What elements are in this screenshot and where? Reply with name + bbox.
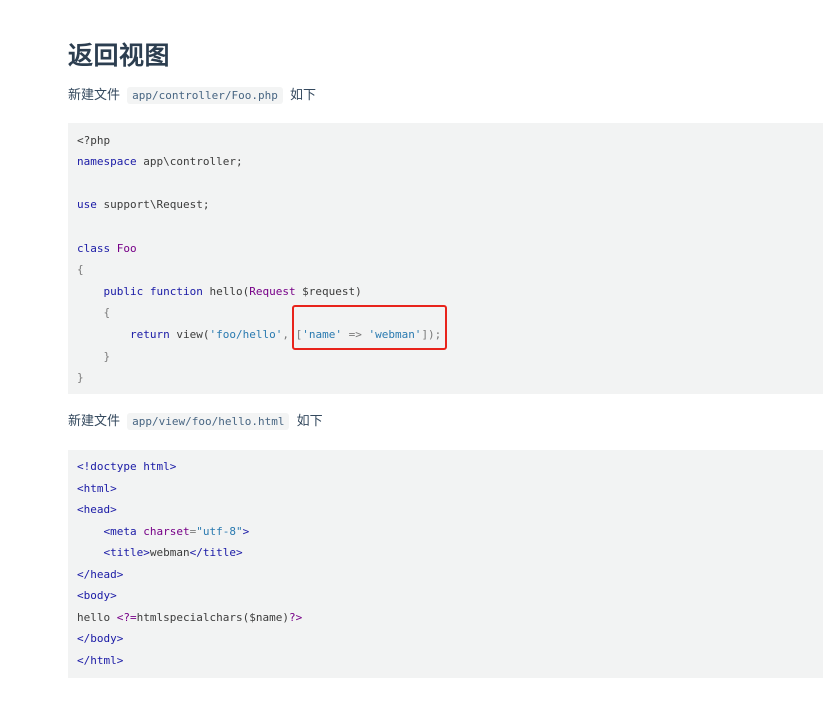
code-line: { xyxy=(77,306,111,319)
code-line: </head> xyxy=(77,568,124,581)
code-line: </html> xyxy=(77,654,124,667)
paragraph-new-view: 新建文件 app/view/foo/hello.html 如下 xyxy=(68,412,323,432)
code-line: } xyxy=(77,371,84,384)
code-line: <body> xyxy=(77,589,117,602)
code-line: hello <?=htmlspecialchars($name)?> xyxy=(77,611,303,624)
highlight-annotation-box xyxy=(292,305,447,350)
inline-code-path: app/controller/Foo.php xyxy=(127,87,283,104)
para-prefix: 新建文件 xyxy=(68,414,121,429)
section-heading: 返回视图 xyxy=(68,41,171,70)
code-line: <meta charset="utf-8"> xyxy=(77,525,250,538)
code-line: } xyxy=(77,350,111,363)
para-suffix: 如下 xyxy=(296,414,323,429)
code-line: public function hello(Request $request) xyxy=(77,285,362,298)
inline-code-path: app/view/foo/hello.html xyxy=(127,413,290,430)
code-line: </body> xyxy=(77,632,124,645)
code-line: <!doctype html> xyxy=(77,460,177,473)
code-line: { xyxy=(77,263,84,276)
code-line: use support\Request; xyxy=(77,198,210,211)
para-prefix: 新建文件 xyxy=(68,88,121,103)
paragraph-new-controller: 新建文件 app/controller/Foo.php 如下 xyxy=(68,86,316,106)
code-line: <head> xyxy=(77,503,117,516)
code-line: <?php xyxy=(77,134,111,147)
para-suffix: 如下 xyxy=(290,88,317,103)
code-block-php: <?php namespace app\controller; use supp… xyxy=(68,123,823,394)
code-line: namespace app\controller; xyxy=(77,155,243,168)
code-line: class Foo xyxy=(77,242,137,255)
code-line: <title>webman</title> xyxy=(77,546,243,559)
code-line: <html> xyxy=(77,482,117,495)
code-block-html: <!doctype html> <html> <head> <meta char… xyxy=(68,450,823,678)
